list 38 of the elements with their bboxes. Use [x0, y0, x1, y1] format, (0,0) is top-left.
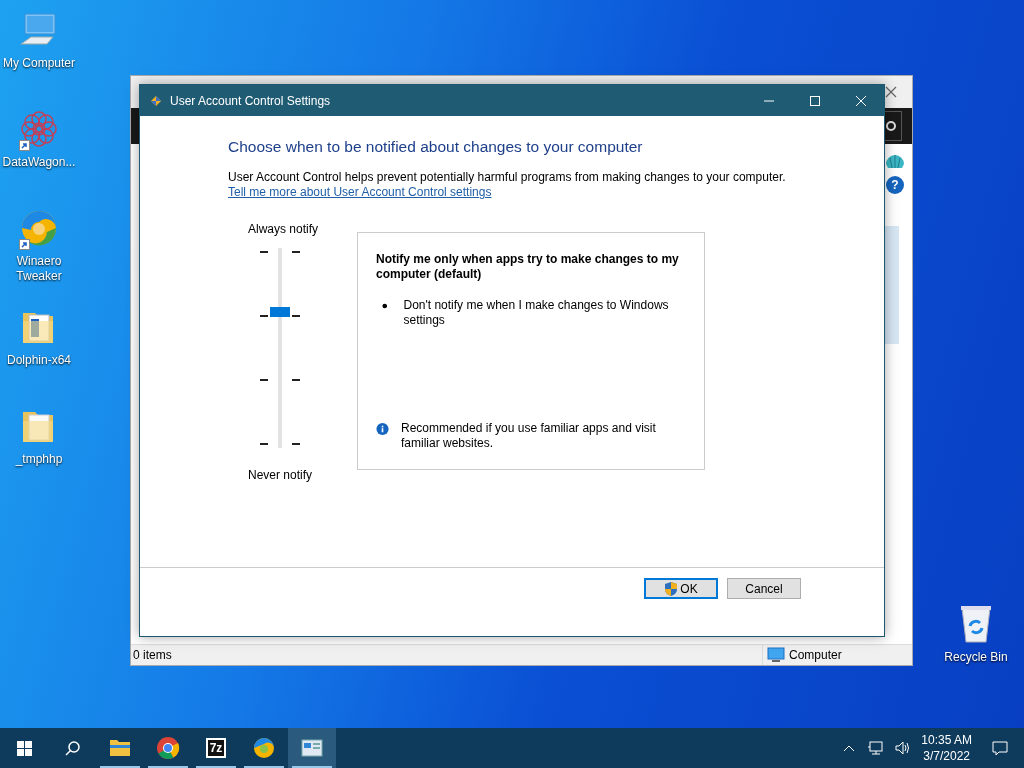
- shortcut-arrow-icon: [19, 140, 30, 151]
- windows-logo-icon: [16, 740, 32, 756]
- archiver-button[interactable]: 7z: [192, 728, 240, 768]
- slider-label: Always notify: [247, 221, 320, 238]
- monitor-icon: [767, 647, 785, 663]
- search-icon: [64, 740, 80, 756]
- slider-label: Never notify: [247, 467, 314, 484]
- taskbar-app-button[interactable]: [288, 728, 336, 768]
- window-title: User Account Control Settings: [170, 93, 332, 108]
- search-icon[interactable]: [885, 120, 897, 132]
- bullet-icon: [382, 303, 388, 309]
- swirl-icon: [252, 736, 276, 760]
- close-icon[interactable]: [884, 85, 898, 99]
- slider-thumb[interactable]: [270, 307, 290, 317]
- description: User Account Control helps prevent potentially harmful programs from making changes to your computer.: [228, 170, 786, 185]
- info-icon: [376, 421, 389, 437]
- speaker-icon[interactable]: [895, 741, 912, 755]
- control-panel-icon: [300, 736, 324, 760]
- cancel-button[interactable]: Cancel: [727, 578, 801, 599]
- clock-time[interactable]: 10:35 AM: [921, 732, 972, 748]
- clock-date[interactable]: 3/7/2022: [923, 748, 970, 764]
- heading: Choose when to be notified about changes to your computer: [228, 138, 643, 156]
- browser-icon: [156, 736, 180, 760]
- chevron-up-icon[interactable]: [843, 743, 856, 753]
- item-count: 0 items: [133, 648, 172, 662]
- help-link[interactable]: Tell me more about User Account Control settings: [228, 185, 492, 200]
- shortcut-arrow-icon: [19, 239, 30, 250]
- network-icon[interactable]: [867, 741, 884, 755]
- notifications-icon[interactable]: [992, 740, 1008, 756]
- desktop-icon-label[interactable]: Recycle Bin: [944, 650, 1008, 665]
- location-label: Computer: [789, 648, 842, 662]
- setting-title: Notify me only when apps try to make changes to my computer (default): [376, 252, 680, 282]
- ok-button[interactable]: OK: [644, 578, 718, 599]
- recommendation-text: Recommended if you use familiar apps and visit familiar websites.: [401, 421, 657, 451]
- bullet-text: Don't notify me when I make changes to Windows settings: [403, 298, 670, 328]
- close-icon: [856, 95, 866, 106]
- maximize-icon: [810, 95, 820, 106]
- help-icon[interactable]: ?: [886, 176, 904, 194]
